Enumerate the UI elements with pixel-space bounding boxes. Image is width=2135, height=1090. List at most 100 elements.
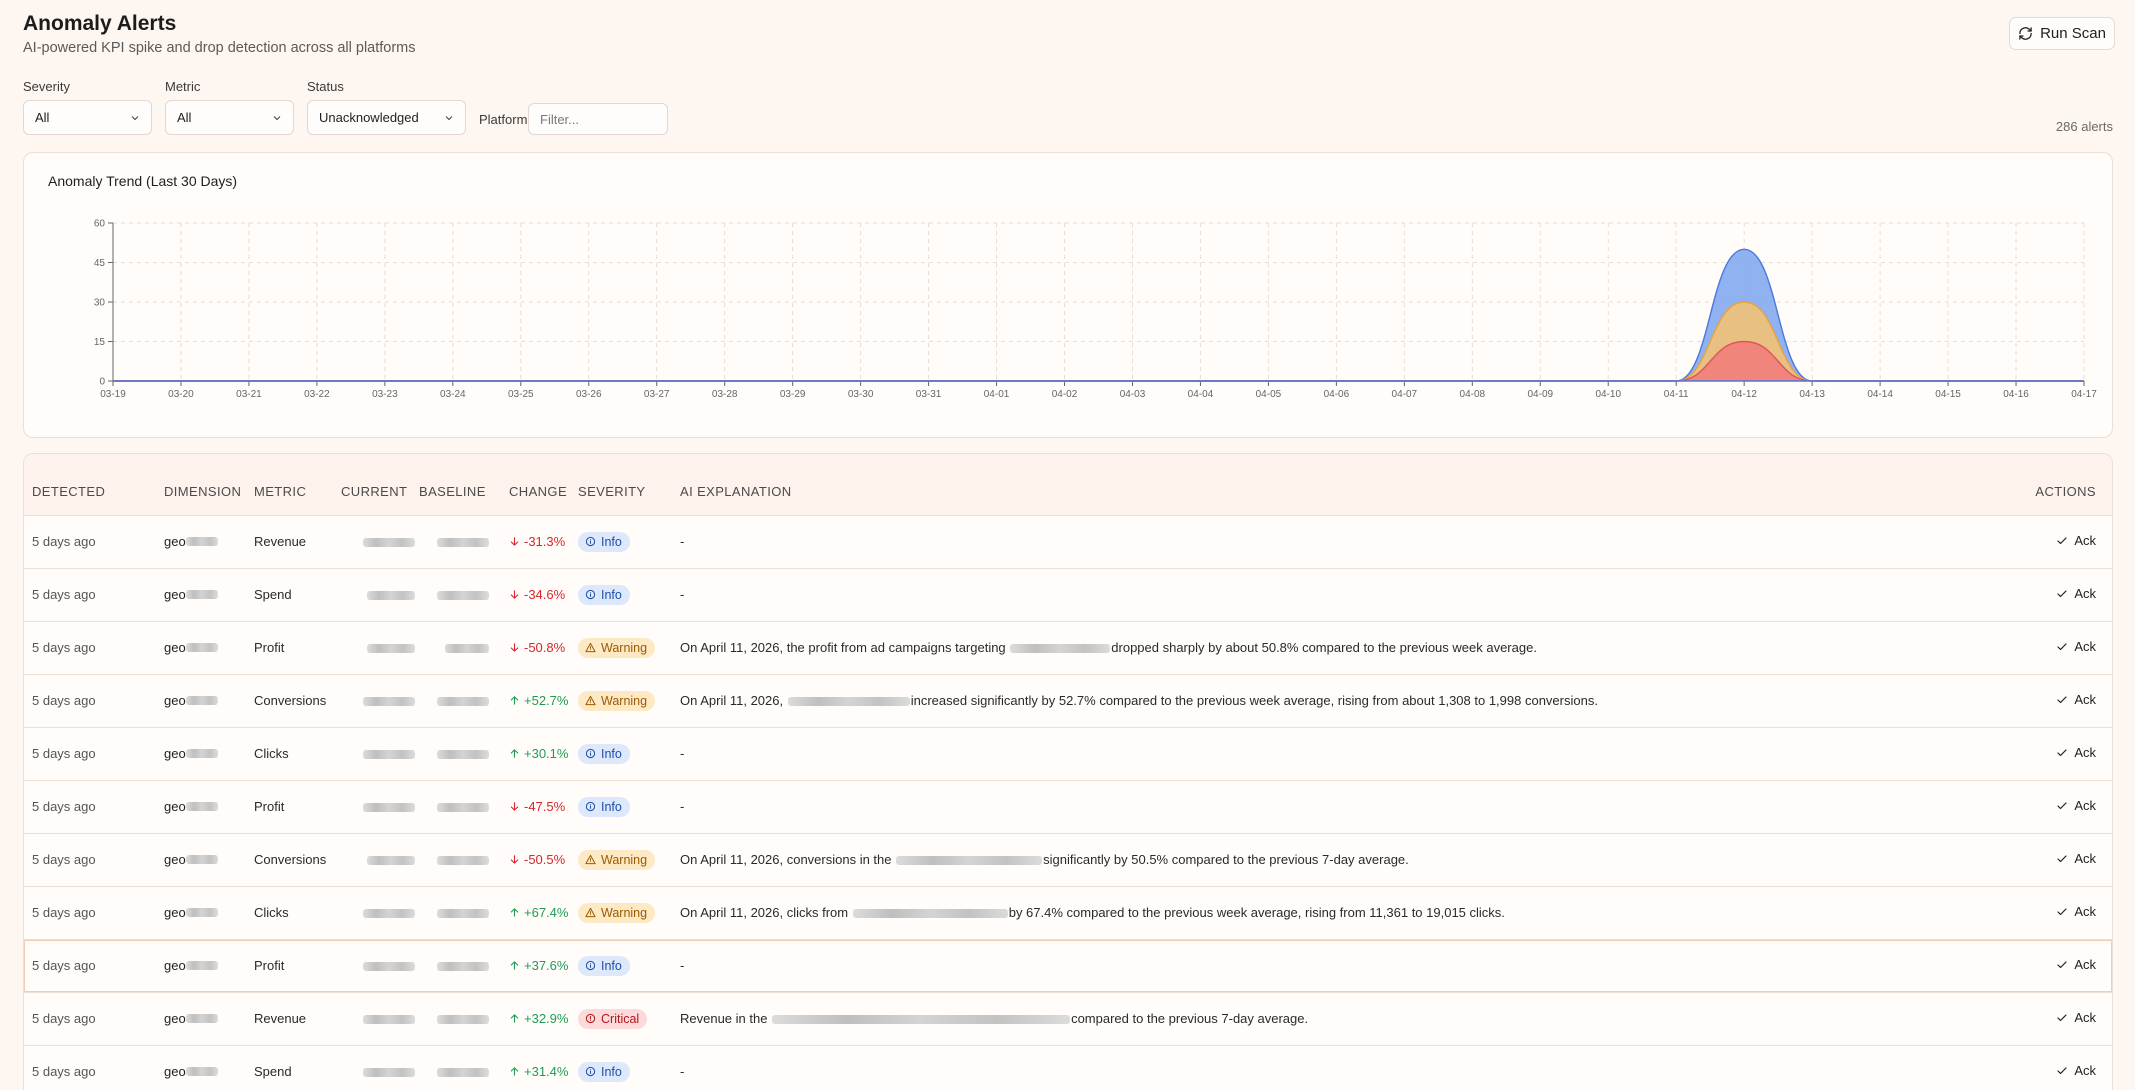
dimension-text: geo	[164, 799, 186, 814]
platform-filter-input[interactable]	[528, 103, 668, 135]
table-row[interactable]: 5 days ago geo Profit +37.6% Info - Ack	[24, 939, 2112, 992]
ack-button[interactable]: Ack	[2056, 798, 2096, 813]
col-dimension[interactable]: DIMENSION	[164, 454, 254, 516]
metric-cell: Spend	[254, 587, 292, 602]
table-row[interactable]: 5 days ago geo Profit -47.5% Info - Ack	[24, 780, 2112, 833]
chevron-down-icon	[131, 115, 139, 120]
change-cell: +37.6%	[509, 939, 578, 992]
x-tick-label: 03-23	[372, 389, 398, 400]
table-row[interactable]: 5 days ago geo Clicks +30.1% Info - Ack	[24, 727, 2112, 780]
anomaly-trend-chart: 0 15 30 45 60 03-19 03-20 03-21 03-22 03-23 03-24 0…	[94, 219, 2097, 401]
explanation-text-continued: by 67.4% compared to the previous week a…	[1008, 905, 1505, 920]
current-cell	[341, 886, 419, 939]
ack-button[interactable]: Ack	[2056, 1010, 2096, 1025]
table-row[interactable]: 5 days ago geo Revenue -31.3% Info - Ack	[24, 515, 2112, 568]
ack-button[interactable]: Ack	[2056, 586, 2096, 601]
table-row[interactable]: 5 days ago geo Spend -34.6% Info - Ack	[24, 568, 2112, 621]
ack-button[interactable]: Ack	[2056, 1063, 2096, 1078]
anomaly-trend-card: Anomaly Trend (Last 30 Days) 0 15 30 45 60 03…	[23, 152, 2113, 438]
col-metric[interactable]: METRIC	[254, 454, 341, 516]
dimension-cell: geo	[164, 727, 254, 780]
x-tick-label: 03-25	[508, 389, 534, 400]
col-current[interactable]: CURRENT	[341, 454, 419, 516]
severity-label: Warning	[601, 640, 648, 655]
baseline-cell	[419, 674, 509, 727]
redacted-text	[363, 697, 415, 707]
severity-cell: Warning	[578, 674, 680, 727]
table-row[interactable]: 5 days ago geo Conversions +52.7% Warnin…	[24, 674, 2112, 727]
severity-select[interactable]: All	[23, 100, 152, 135]
detected-cell: 5 days ago	[32, 1064, 96, 1079]
redacted-text	[185, 643, 218, 652]
redacted-text	[437, 909, 489, 919]
severity-badge: Warning	[578, 637, 656, 658]
table-row[interactable]: 5 days ago geo Spend +31.4% Info - Ack	[24, 1045, 2112, 1090]
metric-cell: Profit	[254, 640, 285, 655]
ai-explanation-cell: On April 11, 2026, increased significant…	[680, 674, 2012, 727]
ack-button[interactable]: Ack	[2056, 957, 2096, 972]
metric-select[interactable]: All	[165, 100, 294, 135]
current-cell	[341, 727, 419, 780]
run-scan-button[interactable]: Run Scan	[2009, 17, 2115, 50]
table-row[interactable]: 5 days ago geo Profit -50.8% Warning On …	[24, 621, 2112, 674]
info-icon	[585, 748, 596, 759]
redacted-text	[185, 908, 218, 917]
metric-cell: Profit	[254, 799, 285, 814]
x-tick-label: 04-02	[1052, 389, 1078, 400]
detected-cell: 5 days ago	[32, 852, 96, 867]
check-icon	[2057, 643, 2067, 650]
warning-icon	[585, 854, 596, 865]
redacted-text	[185, 590, 218, 599]
col-severity[interactable]: SEVERITY	[578, 454, 680, 516]
baseline-cell	[419, 1045, 509, 1090]
arrow-up-icon	[510, 1066, 519, 1076]
check-icon	[2057, 1014, 2067, 1021]
table-row[interactable]: 5 days ago geo Conversions -50.5% Warnin…	[24, 833, 2112, 886]
status-label: Status	[307, 79, 344, 94]
change-value: +32.9%	[524, 1010, 569, 1026]
arrow-up-icon	[510, 748, 519, 758]
explanation-text: -	[680, 1064, 685, 1079]
table-row[interactable]: 5 days ago geo Revenue +32.9% Critical R…	[24, 992, 2112, 1045]
severity-label: Warning	[601, 905, 648, 920]
ack-button[interactable]: Ack	[2056, 692, 2096, 707]
x-tick-label: 04-01	[984, 389, 1010, 400]
check-icon	[2057, 537, 2067, 544]
change-value: -50.8%	[524, 639, 566, 655]
ai-explanation-cell: Revenue in the compared to the previous …	[680, 992, 2012, 1045]
col-detected[interactable]: DETECTED	[24, 454, 164, 516]
x-tick-label: 04-04	[1188, 389, 1214, 400]
table-row[interactable]: 5 days ago geo Clicks +67.4% Warning On …	[24, 886, 2112, 939]
severity-badge: Info	[578, 796, 630, 817]
status-value: Unacknowledged	[319, 110, 419, 125]
change-value: +52.7%	[524, 692, 569, 708]
ack-label: Ack	[2074, 533, 2096, 549]
col-change[interactable]: CHANGE	[509, 454, 578, 516]
x-tick-label: 03-24	[440, 389, 466, 400]
redacted-text	[852, 909, 1008, 919]
x-tick-label: 03-27	[644, 389, 670, 400]
ack-button[interactable]: Ack	[2056, 639, 2096, 654]
ack-button[interactable]: Ack	[2056, 533, 2096, 548]
redacted-text	[437, 962, 489, 972]
alert-count: 286 alerts	[2055, 119, 2113, 134]
severity-badge: Info	[578, 955, 630, 976]
x-tick-label: 04-15	[1935, 389, 1961, 400]
severity-label: Info	[601, 799, 622, 814]
x-tick-label: 04-17	[2071, 389, 2097, 400]
redacted-text	[367, 644, 415, 654]
ack-button[interactable]: Ack	[2056, 904, 2096, 919]
ack-button[interactable]: Ack	[2056, 745, 2096, 760]
x-tick-label: 04-03	[1120, 389, 1146, 400]
explanation-text-continued: increased significantly by 52.7% compare…	[910, 693, 1598, 708]
ack-button[interactable]: Ack	[2056, 851, 2096, 866]
metric-cell: Revenue	[254, 534, 307, 549]
redacted-text	[185, 802, 218, 811]
redacted-text	[367, 591, 415, 601]
dimension-cell: geo	[164, 780, 254, 833]
metric-cell: Conversions	[254, 693, 327, 708]
col-baseline[interactable]: BASELINE	[419, 454, 509, 516]
actions-cell: Ack	[2012, 886, 2112, 939]
status-select[interactable]: Unacknowledged	[307, 100, 466, 135]
x-tick-label: 03-26	[576, 389, 602, 400]
